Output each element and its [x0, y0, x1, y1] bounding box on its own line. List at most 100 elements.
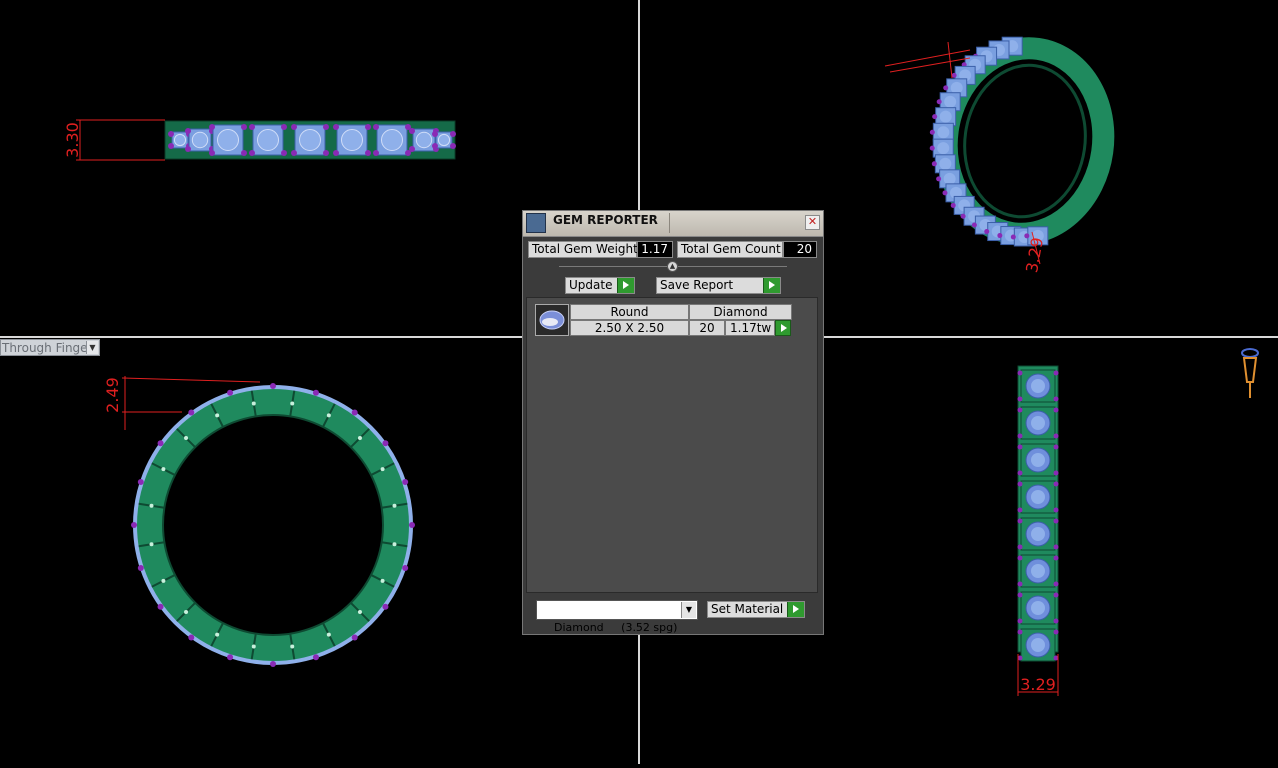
- gem-stone: [939, 110, 952, 123]
- prong: [932, 114, 938, 120]
- update-button[interactable]: Update: [565, 277, 635, 294]
- prong: [402, 479, 409, 486]
- prong: [1053, 555, 1059, 561]
- highlight: [357, 436, 362, 441]
- prong: [188, 409, 195, 416]
- prong: [1053, 433, 1059, 439]
- highlight: [161, 467, 166, 472]
- prong: [942, 190, 948, 196]
- prong: [1053, 470, 1059, 476]
- prong: [1053, 581, 1059, 587]
- gem-reporter-panel: GEM REPORTER ✕ Total Gem Weight 1.17 Tot…: [522, 210, 824, 635]
- prong: [137, 479, 144, 486]
- prong: [365, 150, 371, 156]
- highlight: [251, 401, 256, 406]
- prong: [185, 128, 191, 134]
- prong: [351, 634, 358, 641]
- highlight: [380, 578, 385, 583]
- gem-shape: Round: [570, 304, 689, 320]
- save-report-button[interactable]: Save Report: [656, 277, 781, 294]
- prong: [1017, 470, 1023, 476]
- highlight: [392, 542, 397, 547]
- dimension-label-side: 3.29: [1020, 675, 1056, 694]
- view-mode-select[interactable]: Through Finger ▼: [0, 339, 100, 356]
- panel-titlebar[interactable]: GEM REPORTER ✕: [523, 211, 823, 237]
- set-material-button[interactable]: Set Material: [707, 601, 805, 618]
- prong: [241, 124, 247, 130]
- prong: [1017, 629, 1023, 635]
- gem-size: 2.50 X 2.50: [570, 320, 689, 336]
- prong: [1053, 592, 1059, 598]
- gem-weight: 1.17tw: [725, 320, 775, 336]
- prong: [382, 440, 389, 447]
- prong: [1017, 592, 1023, 598]
- gem-stone: [1031, 601, 1045, 615]
- material-select[interactable]: Diamond (3.52 spg) ▼: [536, 600, 698, 634]
- gem-stone: [1031, 638, 1045, 652]
- prong: [209, 150, 215, 156]
- prong: [168, 131, 174, 137]
- play-icon[interactable]: [775, 320, 791, 336]
- prong: [1010, 234, 1016, 240]
- gem-stone: [1031, 379, 1045, 393]
- total-gem-weight-value: 1.17: [637, 241, 673, 258]
- highlight: [184, 609, 189, 614]
- prong: [188, 634, 195, 641]
- prong: [270, 383, 276, 389]
- gem-stone: [1031, 564, 1045, 578]
- gem-stone: [937, 142, 950, 155]
- prong: [365, 124, 371, 130]
- chevron-down-icon[interactable]: ▼: [681, 602, 696, 618]
- prong: [157, 603, 164, 610]
- prong: [241, 150, 247, 156]
- collapse-icon[interactable]: ▲: [667, 261, 678, 272]
- highlight: [326, 632, 331, 637]
- prong: [227, 389, 234, 396]
- prong: [1053, 370, 1059, 376]
- prong: [1017, 507, 1023, 513]
- prong: [168, 143, 174, 149]
- prong: [382, 603, 389, 610]
- chevron-down-icon[interactable]: ▼: [86, 341, 98, 354]
- prong: [936, 176, 942, 182]
- prong: [291, 150, 297, 156]
- save-report-button-label: Save Report: [660, 278, 734, 292]
- prong: [1017, 407, 1023, 413]
- prong: [1017, 544, 1023, 550]
- prong: [333, 124, 339, 130]
- prong: [1017, 618, 1023, 624]
- panel-title: GEM REPORTER: [553, 213, 658, 227]
- prong: [323, 150, 329, 156]
- highlight: [161, 578, 166, 583]
- prong: [409, 522, 415, 528]
- prong: [1053, 518, 1059, 524]
- prong: [1017, 581, 1023, 587]
- gem-material: Diamond: [689, 304, 792, 320]
- gem-stone: [937, 126, 950, 139]
- dimension-label-top: 3.30: [63, 122, 82, 158]
- prong: [997, 233, 1003, 239]
- prong: [450, 131, 456, 137]
- highlight: [357, 609, 362, 614]
- view-orientation-icon[interactable]: [1241, 348, 1259, 398]
- close-icon[interactable]: ✕: [805, 215, 820, 230]
- prong: [1017, 444, 1023, 450]
- gem-stone: [939, 157, 952, 170]
- prong: [323, 124, 329, 130]
- highlight: [380, 467, 385, 472]
- highlight: [326, 413, 331, 418]
- highlight: [215, 413, 220, 418]
- prong: [432, 143, 438, 149]
- gem-stone: [341, 129, 363, 151]
- gem-stone: [1031, 527, 1045, 541]
- prong: [402, 564, 409, 571]
- prong: [281, 124, 287, 130]
- prong: [1017, 396, 1023, 402]
- gem-stone: [257, 129, 279, 151]
- prong: [960, 213, 966, 219]
- prong: [984, 229, 990, 235]
- prong: [373, 124, 379, 130]
- gem-list: Round Diamond 2.50 X 2.50 20 1.17tw: [526, 297, 818, 593]
- prong: [931, 161, 937, 167]
- prong: [409, 128, 415, 134]
